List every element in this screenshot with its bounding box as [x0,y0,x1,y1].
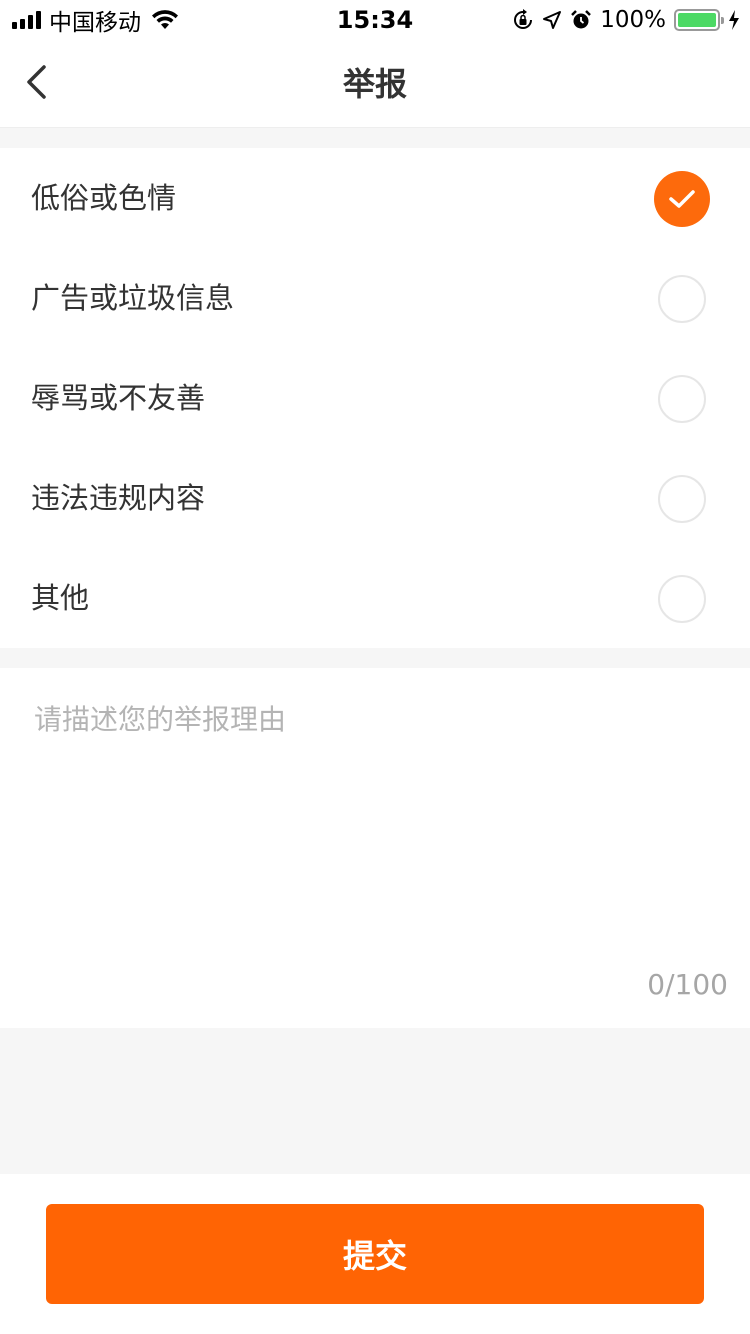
option-abuse[interactable]: 辱骂或不友善 [0,348,750,448]
reason-box: 0/100 [0,668,750,1028]
radio-unchecked[interactable] [658,375,706,423]
option-vulgar[interactable]: 低俗或色情 [0,148,750,248]
option-other[interactable]: 其他 [0,548,750,648]
status-bar: 中国移动 15:34 100% [0,0,750,40]
radio-unchecked[interactable] [658,575,706,623]
report-page: 中国移动 15:34 100% 举报 低俗或色情 广告或垃圾信息 辱骂或不友善 … [0,0,750,1334]
radio-unchecked[interactable] [658,475,706,523]
status-bar-right: 100% [512,6,740,34]
charging-bolt-icon [729,10,739,30]
reason-textarea[interactable] [34,700,724,960]
location-arrow-icon [543,11,562,29]
option-illegal[interactable]: 违法违规内容 [0,448,750,548]
battery-fill [678,13,716,27]
option-label: 违法违规内容 [31,481,206,515]
option-label: 辱骂或不友善 [31,381,206,415]
bottom-bar: 提交 [0,1174,750,1334]
nav-bar: 举报 [0,40,750,128]
page-title: 举报 [342,65,407,103]
char-counter: 0/100 [647,968,728,1001]
option-label: 广告或垃圾信息 [31,281,235,315]
alarm-icon [571,10,592,29]
report-options-list: 低俗或色情 广告或垃圾信息 辱骂或不友善 违法违规内容 其他 [0,148,750,648]
orientation-lock-icon [514,9,533,29]
radio-checked[interactable] [654,171,710,227]
option-ads-spam[interactable]: 广告或垃圾信息 [0,248,750,348]
battery-percent: 100% [600,7,666,33]
checkmark-icon [669,190,695,208]
battery-icon [674,9,724,31]
option-label: 低俗或色情 [31,181,177,215]
option-label: 其他 [31,581,90,615]
radio-unchecked[interactable] [658,275,706,323]
submit-button[interactable]: 提交 [46,1204,704,1304]
